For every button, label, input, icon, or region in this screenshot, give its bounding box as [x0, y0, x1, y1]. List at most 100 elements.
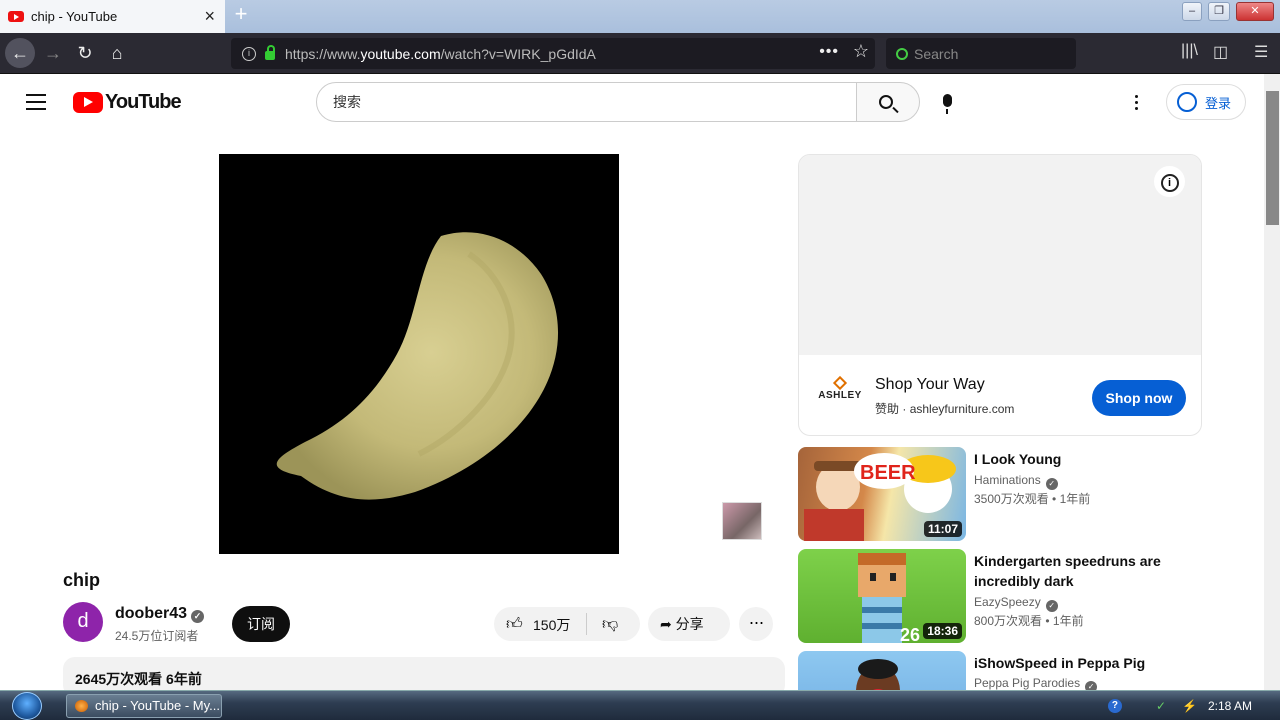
site-info-icon[interactable]: i — [242, 46, 256, 61]
youtube-search-button[interactable] — [856, 82, 920, 122]
channel-name[interactable]: Peppa Pig Parodies ✓ — [974, 676, 1098, 690]
reload-button[interactable]: ↻ — [70, 38, 100, 68]
speed-thumbnail-art — [856, 659, 900, 690]
browser-search-field[interactable]: Search — [886, 38, 1076, 69]
sponsored-ad[interactable]: i ASHLEY Shop Your Way 赞助 · ashleyfurnit… — [798, 154, 1202, 436]
menu-icon[interactable]: ☰ — [1254, 42, 1268, 62]
power-icon[interactable]: ⚡ — [1182, 699, 1197, 713]
url-bar[interactable]: i https://www.youtube.com/watch?v=WIRK_p… — [231, 38, 875, 69]
share-arrow-icon: ➦ — [660, 616, 676, 632]
close-window-button[interactable]: ✕ — [1236, 2, 1274, 21]
browser-toolbar: ← → ↻ ⌂ i https://www.youtube.com/watch?… — [0, 33, 1280, 74]
home-button[interactable]: ⌂ — [102, 38, 132, 68]
search-engine-icon — [896, 47, 908, 60]
potato-chip-image — [276, 232, 559, 500]
taskbar-firefox-item[interactable]: chip - YouTube - My... — [66, 694, 222, 718]
subscribe-button[interactable]: 订阅 — [232, 606, 290, 642]
video-title: chip — [63, 570, 101, 590]
ad-headline[interactable]: Shop Your Way — [875, 376, 985, 394]
search-icon — [879, 95, 893, 109]
share-button[interactable]: ➦ 分享 — [648, 607, 730, 641]
verified-check-icon: ✓ — [1085, 681, 1098, 690]
page-actions-icon[interactable]: ••• — [819, 43, 839, 61]
verified-check-icon: ✓ — [191, 610, 205, 623]
restore-button[interactable]: ❐ — [1208, 2, 1230, 21]
sign-in-label: 登录 — [1205, 95, 1232, 111]
video-title[interactable]: iShowSpeed in Peppa Pig — [974, 653, 1184, 673]
channel-name[interactable]: doober43 ✓ — [115, 605, 205, 623]
video-thumbnail[interactable]: BEER 11:07 — [798, 447, 966, 541]
video-meta: 3500万次观看 • 1年前 — [974, 492, 1091, 506]
ad-sponsor-line: 赞助 · ashleyfurniture.com — [875, 402, 1015, 416]
ad-image[interactable] — [799, 155, 1201, 355]
like-thumb-icon[interactable]: 👍︎ — [506, 615, 523, 634]
video-thumbnail[interactable] — [798, 651, 966, 690]
start-button[interactable] — [12, 692, 42, 720]
more-actions-button[interactable]: ··· — [739, 607, 773, 641]
system-tray: ? ✓ ⚡ 2:18 AM — [1107, 691, 1280, 720]
lock-icon[interactable] — [265, 45, 275, 60]
thumbnail-number-text: 26 — [900, 625, 920, 643]
verified-check-icon: ✓ — [1045, 600, 1058, 612]
account-icon — [1177, 92, 1197, 112]
windows-taskbar: chip - YouTube - My... ? ✓ ⚡ 2:18 AM — [0, 690, 1280, 720]
close-tab-icon[interactable]: × — [204, 7, 215, 25]
youtube-logo-text: YouTube — [105, 91, 182, 113]
youtube-logo[interactable]: YouTube — [71, 91, 182, 114]
youtube-play-icon — [73, 92, 103, 113]
ashley-logo: ASHLEY — [817, 375, 863, 401]
forward-button[interactable]: → — [38, 38, 68, 68]
ad-info-button[interactable]: i — [1154, 166, 1185, 197]
video-duration: 18:36 — [923, 623, 962, 639]
dislike-thumb-icon[interactable]: 👎︎ — [602, 615, 618, 634]
settings-kebab-icon[interactable] — [1135, 95, 1138, 110]
clock[interactable]: 2:18 AM — [1208, 699, 1252, 713]
help-icon[interactable]: ? — [1107, 699, 1122, 713]
verified-check-icon: ✓ — [1045, 478, 1058, 490]
tab-title: chip - YouTube — [31, 9, 118, 24]
info-icon: i — [1160, 174, 1179, 192]
channel-name[interactable]: EazySpeezy ✓ — [974, 595, 1058, 612]
recommendation-item[interactable]: iShowSpeed in Peppa Pig Peppa Pig Parodi… — [798, 651, 1202, 690]
house-icon — [832, 375, 848, 391]
video-duration: 11:07 — [923, 521, 962, 537]
library-icon[interactable]: |||\ — [1181, 42, 1198, 60]
video-title[interactable]: I Look Young — [974, 449, 1184, 469]
like-dislike-group: 👍︎ 150万 👎︎ — [494, 607, 640, 641]
subscriber-count: 24.5万位订阅者 — [115, 629, 199, 643]
tab-youtube[interactable]: chip - YouTube × — [0, 0, 225, 33]
bookmark-star-icon[interactable]: ☆ — [853, 41, 869, 62]
guide-menu-icon[interactable] — [26, 94, 46, 110]
url-text[interactable]: https://www.youtube.com/watch?v=WIRK_pGd… — [285, 46, 596, 62]
like-count[interactable]: 150万 — [533, 615, 570, 635]
browser-search-placeholder: Search — [914, 45, 959, 62]
tab-strip: chip - YouTube × + – ❐ ✕ — [0, 0, 1280, 33]
back-button[interactable]: ← — [5, 38, 35, 68]
voice-search-icon[interactable] — [943, 94, 952, 114]
minimize-button[interactable]: – — [1182, 2, 1202, 21]
channel-avatar[interactable]: d — [63, 602, 103, 642]
screen: chip - YouTube × + – ❐ ✕ ← → ↻ ⌂ i https… — [0, 0, 1280, 720]
ad-brand: ASHLEY — [818, 390, 862, 401]
sidebar-icon[interactable]: ◫ — [1213, 42, 1228, 62]
like-divider — [586, 613, 587, 635]
shop-now-button[interactable]: Shop now — [1092, 380, 1186, 416]
video-meta: 800万次观看 • 1年前 — [974, 614, 1084, 628]
recommendation-item[interactable]: 26 18:36 Kindergarten speedruns are incr… — [798, 549, 1202, 645]
scrollbar-thumb[interactable] — [1266, 91, 1279, 225]
channel-name[interactable]: Haminations ✓ — [974, 473, 1058, 490]
share-label: 分享 — [675, 616, 704, 632]
beer-thumbnail-text: BEER — [860, 462, 916, 484]
recommendation-item[interactable]: BEER 11:07 I Look Young Haminations ✓ 350… — [798, 447, 1202, 543]
youtube-header: YouTube 搜索 登录 — [0, 74, 1264, 130]
network-icon[interactable]: ✓ — [1156, 699, 1170, 713]
description-meta: 2645万次观看 6年前 — [75, 671, 202, 687]
sign-in-button[interactable]: 登录 — [1166, 84, 1246, 120]
end-card-thumbnail[interactable] — [722, 502, 762, 540]
page-scrollbar[interactable] — [1264, 74, 1280, 690]
video-thumbnail[interactable]: 26 18:36 — [798, 549, 966, 643]
video-player[interactable] — [219, 154, 619, 554]
video-title[interactable]: Kindergarten speedruns are incredibly da… — [974, 551, 1184, 591]
youtube-search-input[interactable]: 搜索 — [316, 82, 857, 122]
new-tab-button[interactable]: + — [230, 3, 252, 26]
